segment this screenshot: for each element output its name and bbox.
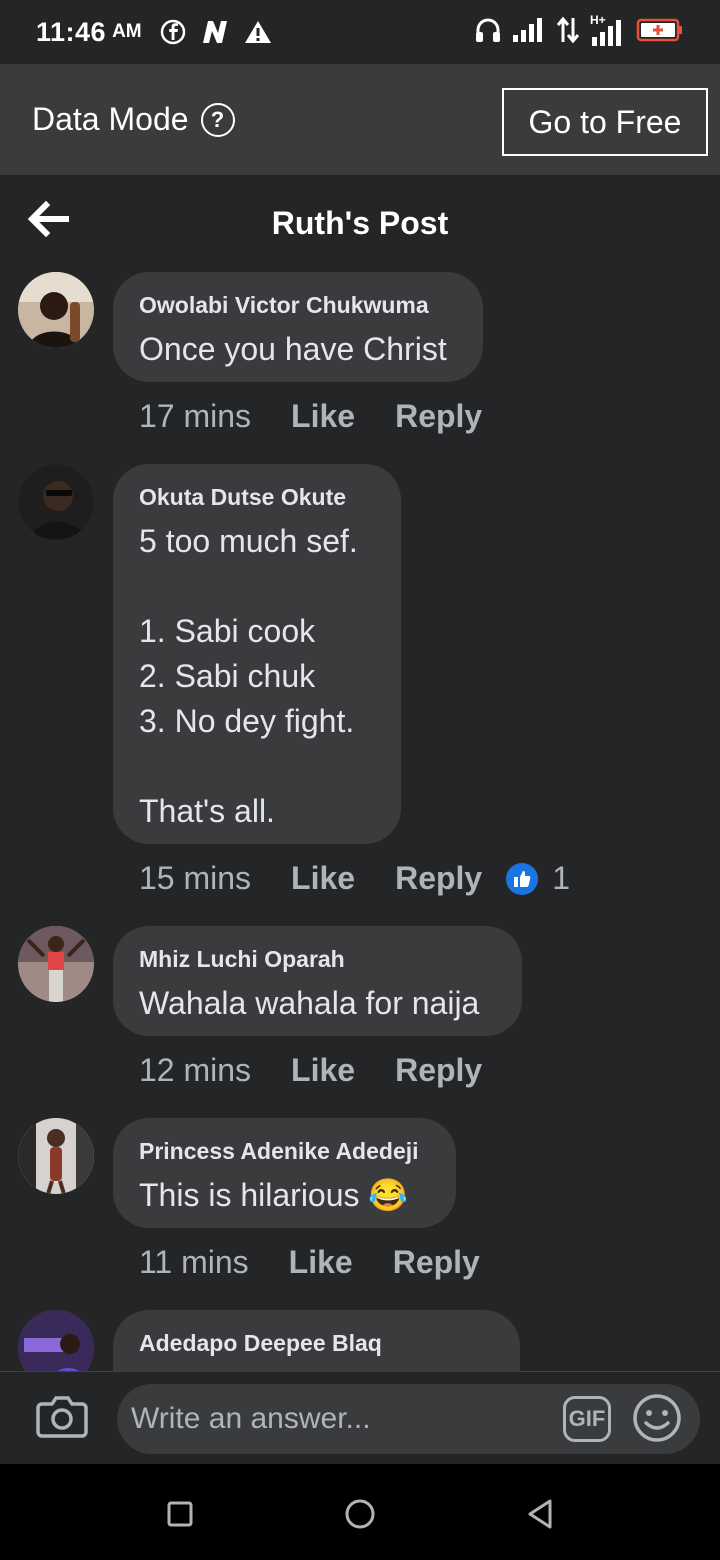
status-ampm: AM <box>112 21 142 42</box>
comment-text: Wahala wahala for naija <box>139 985 480 1021</box>
comment-time[interactable]: 15 mins <box>139 860 251 897</box>
comment-author[interactable]: Mhiz Luchi Oparah <box>139 946 496 973</box>
reply-button[interactable]: Reply <box>395 398 482 435</box>
post-header: Ruth's Post <box>0 175 720 270</box>
reply-button[interactable]: Reply <box>395 860 482 897</box>
reaction-count: 1 <box>552 860 571 896</box>
signal-icon <box>512 17 546 48</box>
comment-bubble[interactable]: Okuta Dutse Okute 5 too much sef. 1. Sab… <box>113 464 401 844</box>
comment-text: This is hilarious 😂 <box>139 1177 409 1213</box>
thumbs-up-icon <box>506 862 539 895</box>
laughing-emoji: 😂 <box>368 1177 409 1213</box>
comment-item: Adedapo Deepee Blaq <box>0 1310 720 1371</box>
like-button[interactable]: Like <box>289 1244 353 1281</box>
comment-text: 5 too much sef. 1. Sabi cook 2. Sabi chu… <box>139 523 358 829</box>
answer-input[interactable] <box>131 1384 551 1454</box>
comment-time[interactable]: 11 mins <box>139 1244 249 1281</box>
comment-author[interactable]: Okuta Dutse Okute <box>139 484 375 511</box>
avatar[interactable] <box>18 464 94 540</box>
battery-icon <box>636 17 684 48</box>
comment-time[interactable]: 17 mins <box>139 398 251 435</box>
avatar[interactable] <box>18 1310 94 1371</box>
avatar[interactable] <box>18 1118 94 1194</box>
status-bar: 11:46 AM H+ <box>0 0 720 64</box>
data-mode-label: Data Mode <box>32 101 189 137</box>
home-circle-icon[interactable] <box>340 1494 380 1534</box>
camera-icon[interactable] <box>36 1394 88 1445</box>
help-icon[interactable]: ? <box>200 102 235 137</box>
like-button[interactable]: Like <box>291 398 355 435</box>
facebook-icon <box>160 19 186 45</box>
gif-button[interactable]: GIF <box>563 1396 611 1442</box>
back-triangle-icon[interactable] <box>520 1494 560 1534</box>
go-to-free-button[interactable]: Go to Free <box>502 88 708 156</box>
comment-author[interactable]: Owolabi Victor Chukwuma <box>139 292 457 319</box>
comment-composer: GIF <box>0 1371 720 1464</box>
comment-author[interactable]: Princess Adenike Adedeji <box>139 1138 430 1165</box>
page-title: Ruth's Post <box>271 205 449 241</box>
comment-bubble[interactable]: Adedapo Deepee Blaq <box>113 1310 520 1371</box>
avatar[interactable] <box>18 272 94 348</box>
reaction-summary[interactable]: 1 <box>506 860 570 897</box>
comment-bubble[interactable]: Mhiz Luchi Oparah Wahala wahala for naij… <box>113 926 522 1036</box>
status-time: 11:46 <box>36 16 107 47</box>
data-transfer-icon <box>556 16 580 49</box>
comment-time[interactable]: 12 mins <box>139 1052 251 1089</box>
comment-bubble[interactable]: Princess Adenike Adedeji This is hilario… <box>113 1118 456 1228</box>
like-button[interactable]: Like <box>291 860 355 897</box>
like-button[interactable]: Like <box>291 1052 355 1089</box>
answer-field: GIF <box>117 1384 700 1454</box>
emoji-icon[interactable] <box>631 1392 683 1449</box>
data-mode-bar: Data Mode ? Go to Free <box>0 64 720 175</box>
avatar[interactable] <box>18 926 94 1002</box>
comment-actions: 11 mins Like Reply <box>139 1244 480 1281</box>
headphones-icon <box>474 16 502 49</box>
comment-actions: 17 mins Like Reply <box>139 398 482 435</box>
signal-h-icon: H+ <box>590 13 626 47</box>
comment-author[interactable]: Adedapo Deepee Blaq <box>139 1330 494 1357</box>
system-nav-bar <box>0 1464 720 1560</box>
recents-square-icon[interactable] <box>160 1494 200 1534</box>
warning-icon <box>244 19 272 45</box>
comment-actions: 12 mins Like Reply <box>139 1052 482 1089</box>
comment-actions: 15 mins Like Reply 1 <box>139 860 570 897</box>
comment-bubble[interactable]: Owolabi Victor Chukwuma Once you have Ch… <box>113 272 483 382</box>
reply-button[interactable]: Reply <box>395 1052 482 1089</box>
n-app-icon <box>200 19 230 45</box>
comment-text: Once you have Christ <box>139 331 447 367</box>
reply-button[interactable]: Reply <box>393 1244 480 1281</box>
